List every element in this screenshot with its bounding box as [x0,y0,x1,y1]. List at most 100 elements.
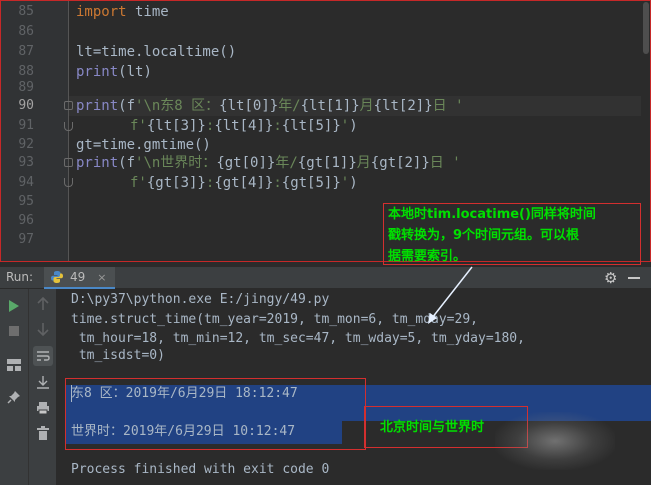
string-literal: 月 [356,155,371,171]
run-toolbar: Run: 49 × ⚙ [0,266,651,289]
code-line-91: f'{lt[3]}:{lt[4]}:{lt[5]}') [130,116,358,136]
run-tab-label: 49 [70,270,86,284]
fstring-expr: {lt[5]} [281,118,341,134]
code-line-92: gt=time.gmtime() [76,137,211,153]
string-literal: 年/ [278,98,301,114]
string-literal: f' [130,118,147,134]
fold-open-icon[interactable] [64,101,73,110]
builtin: print [76,98,119,114]
string-literal: : [273,175,282,191]
string-literal: 月 [359,98,374,114]
fstring-expr: {gt[2]} [370,155,430,171]
wrap-glyph [37,351,50,361]
fold-open-icon[interactable] [64,158,73,167]
code-line-93: print(f'\n世界时：{gt[0]}年/{gt[1]}月{gt[2]}日 … [76,153,461,173]
line-number: 89 [18,80,34,95]
string-literal: 年/ [275,155,298,171]
console-output-line: time.struct_time(tm_year=2019, tm_mon=6,… [71,312,478,327]
scroll-end-glyph [37,376,49,389]
console-output-line: tm_isdst=0) [71,348,165,363]
fold-end-icon[interactable] [64,122,73,131]
pushpin-icon [7,391,20,404]
printer-glyph [37,402,49,415]
string-literal: : [273,118,282,134]
string-literal: ' [340,175,350,191]
line-number: 96 [18,213,34,228]
annotation-text: 据需要索引。 [388,249,467,264]
line-number: 86 [18,24,34,39]
code-line-88: print(lt) [76,62,152,82]
console-actions-strip [28,289,56,485]
fstring-expr: {gt[1]} [297,155,357,171]
fstring-expr: {gt[5]} [281,175,341,191]
gear-icon[interactable]: ⚙ [604,269,617,287]
layout-grid-icon [7,359,21,371]
line-number: 87 [18,44,34,59]
fstring-expr: {lt[3]} [146,118,206,134]
pin-icon[interactable] [4,387,24,407]
string-literal: 日 ' [432,98,464,114]
fstring-expr: {gt[4]} [214,175,274,191]
line-number: 95 [18,194,34,209]
code-line-87: lt=time.localtime() [76,44,237,60]
code-line-90: print(f'\n东8 区：{lt[0]}年/{lt[1]}月{lt[2]}日… [76,96,464,116]
python-icon [51,271,63,283]
line-number: 91 [18,118,34,133]
up-arrow-glyph [37,297,49,310]
line-number: 92 [18,137,34,152]
line-number: 97 [18,232,34,247]
code-text: (f [118,98,136,114]
minimize-icon[interactable] [628,277,640,279]
code-text: (f [118,155,136,171]
keyword: import [76,4,127,20]
close-icon[interactable]: × [97,271,106,284]
string-literal: 日 ' [429,155,461,171]
code-line-85: import time [76,2,169,22]
arrow-up-icon[interactable] [33,294,53,314]
rerun-icon[interactable] [4,296,24,316]
code-text: ) [349,118,358,134]
string-literal: '\n世界时： [135,155,217,171]
string-literal: f' [130,175,147,191]
line-number: 90 [18,98,34,113]
builtin: print [76,155,119,171]
fstring-expr: {gt[3]} [146,175,206,191]
scroll-to-end-icon[interactable] [33,372,53,392]
trash-icon[interactable] [33,423,53,443]
line-number: 94 [18,175,34,190]
arrow-down-icon[interactable] [33,319,53,339]
editor-scrollbar-thumb[interactable] [643,2,649,54]
watermark-blur [495,412,615,470]
soft-wrap-icon[interactable] [33,346,53,366]
run-label: Run: [6,270,34,284]
console-exit-line: Process finished with exit code 0 [71,462,330,477]
gutter-separator [68,0,69,262]
builtin: print [76,64,119,80]
print-icon[interactable] [33,398,53,418]
fstring-expr: {lt[4]} [214,118,274,134]
annotation-text: 本地时tim.locatime()同样将时间 [388,207,596,222]
stop-icon[interactable] [4,321,24,341]
annotation-box [65,378,366,450]
fstring-expr: {lt[0]} [219,98,279,114]
string-literal: '\n东8 区： [135,98,220,114]
code-text: time [126,4,169,20]
down-arrow-glyph [37,323,49,336]
code-line-94: f'{gt[3]}:{gt[4]}:{gt[5]}') [130,173,358,193]
play-icon [9,300,19,312]
annotation-text: 北京时间与世界时 [380,420,485,435]
string-literal: ' [340,118,350,134]
line-number: 85 [18,4,34,19]
code-text: (lt) [118,64,152,80]
fold-end-icon[interactable] [64,178,73,187]
fstring-expr: {lt[2]} [373,98,433,114]
console-command-line: D:\py37\python.exe E:/jingy/49.py [71,292,330,307]
run-actions-strip [0,289,28,485]
fstring-expr: {lt[1]} [300,98,360,114]
stop-square-icon [9,326,19,336]
layout-icon[interactable] [4,355,24,375]
annotation-text: 戳转换为，9个时间元组。可以根 [388,228,580,243]
run-tab[interactable]: 49 × [44,267,115,289]
bin-glyph [37,426,49,440]
fstring-expr: {gt[0]} [216,155,276,171]
